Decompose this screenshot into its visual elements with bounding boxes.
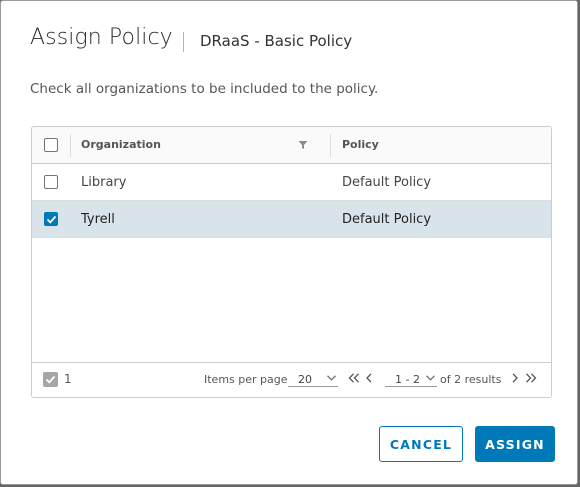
policy-cell: Default Policy bbox=[342, 175, 432, 190]
chevron-down-icon bbox=[426, 375, 435, 381]
instructions-text: Check all organizations to be included t… bbox=[30, 81, 379, 97]
organization-cell: Tyrell bbox=[81, 212, 115, 227]
checkmark-icon bbox=[45, 375, 56, 384]
page-range-select[interactable]: 1 - 2 bbox=[385, 369, 437, 387]
datagrid-footer: 1 Items per page 20 1 - 2 of 2 results bbox=[32, 362, 551, 397]
cancel-button[interactable]: CANCEL bbox=[379, 426, 463, 462]
organizations-datagrid: Organization Policy Library Default Poli… bbox=[31, 126, 552, 398]
organization-cell: Library bbox=[81, 175, 127, 190]
checkmark-icon bbox=[46, 215, 57, 224]
next-page-icon[interactable] bbox=[511, 373, 519, 383]
first-page-icon[interactable] bbox=[348, 373, 360, 383]
datagrid-header: Organization Policy bbox=[32, 127, 551, 164]
table-row[interactable]: Tyrell Default Policy bbox=[32, 201, 551, 238]
dialog-title: Assign Policy bbox=[30, 25, 173, 50]
items-per-page-label: Items per page bbox=[204, 373, 288, 386]
column-header-organization[interactable]: Organization bbox=[81, 138, 161, 151]
row-checkbox[interactable] bbox=[44, 212, 58, 226]
column-divider[interactable] bbox=[330, 134, 331, 157]
selected-count-checkbox-icon bbox=[43, 372, 58, 387]
items-per-page-select[interactable]: 20 bbox=[288, 369, 338, 387]
title-divider bbox=[183, 32, 184, 52]
assign-policy-dialog: Assign Policy DRaaS - Basic Policy Check… bbox=[0, 0, 578, 485]
row-checkbox[interactable] bbox=[44, 175, 58, 189]
select-all-checkbox[interactable] bbox=[44, 138, 58, 152]
column-divider bbox=[70, 134, 71, 157]
chevron-down-icon bbox=[327, 375, 336, 381]
table-row[interactable]: Library Default Policy bbox=[32, 164, 551, 201]
column-header-policy[interactable]: Policy bbox=[342, 138, 379, 151]
assign-button[interactable]: ASSIGN bbox=[475, 426, 555, 462]
items-per-page-value: 20 bbox=[298, 373, 312, 386]
page-range-value: 1 - 2 bbox=[395, 373, 420, 386]
selected-count: 1 bbox=[64, 372, 72, 386]
filter-icon[interactable] bbox=[298, 140, 308, 150]
dialog-subtitle: DRaaS - Basic Policy bbox=[200, 32, 353, 50]
policy-cell: Default Policy bbox=[342, 212, 432, 227]
last-page-icon[interactable] bbox=[525, 373, 537, 383]
results-count: of 2 results bbox=[440, 373, 502, 386]
previous-page-icon[interactable] bbox=[365, 373, 373, 383]
